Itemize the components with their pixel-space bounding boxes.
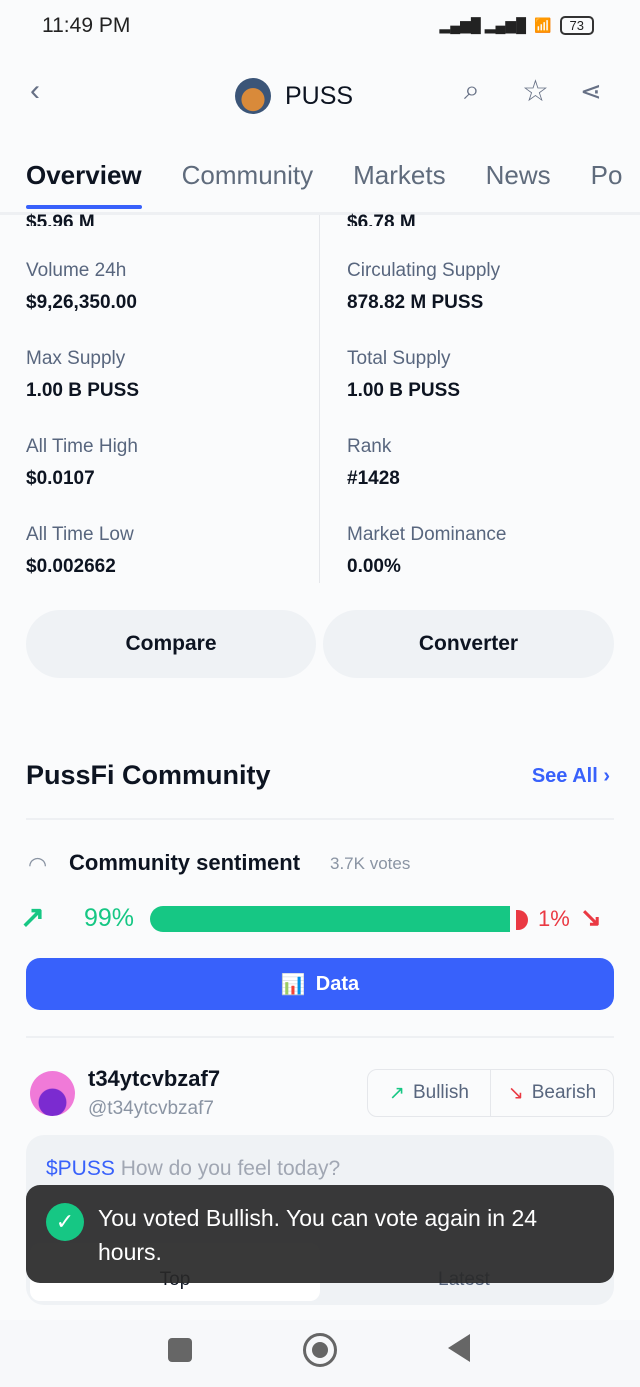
home-button[interactable] xyxy=(303,1333,337,1367)
tab-divider xyxy=(0,212,640,215)
vote-toggle: ↗ Bullish ↘ Bearish xyxy=(367,1069,614,1117)
stat-ath: All Time High $0.0107 xyxy=(26,436,138,489)
coin-logo xyxy=(235,78,271,114)
recents-button[interactable] xyxy=(168,1338,192,1362)
battery-icon: 73 xyxy=(559,16,594,35)
search-icon[interactable]: ⌕ xyxy=(464,74,480,107)
trend-down-icon: ↘ xyxy=(580,902,602,932)
see-all-link[interactable]: See All › xyxy=(532,765,610,788)
chart-icon: 📊 xyxy=(280,973,306,996)
coin-symbol: PUSS xyxy=(285,81,354,110)
bearish-percent: 1% xyxy=(538,906,570,931)
status-icons: ▂▄▆█ ▂▄▆█ 📶 73 xyxy=(439,16,594,35)
column-divider xyxy=(319,215,320,583)
page-title: PUSS xyxy=(235,78,353,114)
stat-value-cut: $5.96 M xyxy=(26,212,95,226)
trend-up-icon: ↗ xyxy=(20,901,46,934)
user-handle: @t34ytcvbzaf7 xyxy=(88,1098,214,1119)
bullish-button[interactable]: ↗ Bullish xyxy=(368,1070,491,1116)
converter-button[interactable]: Converter xyxy=(323,610,614,678)
tab-markets[interactable]: Markets xyxy=(353,160,445,191)
composer-placeholder: How do you feel today? xyxy=(120,1157,341,1180)
avatar[interactable] xyxy=(30,1071,75,1116)
signal-icon: ▂▄▆█ ▂▄▆█ xyxy=(439,17,527,33)
trend-up-icon: ↗ xyxy=(389,1082,405,1104)
stat-total-supply: Total Supply 1.00 B PUSS xyxy=(347,348,460,401)
username: t34ytcvbzaf7 xyxy=(88,1066,221,1091)
compare-button[interactable]: Compare xyxy=(26,610,316,678)
stat-rank: Rank #1428 xyxy=(347,436,400,489)
tab-overview[interactable]: Overview xyxy=(26,160,142,209)
vote-count: 3.7K votes xyxy=(330,854,411,873)
gauge-icon: ◠ xyxy=(28,852,48,877)
data-button[interactable]: 📊 Data xyxy=(26,958,614,1010)
stat-atl: All Time Low $0.002662 xyxy=(26,524,134,577)
star-icon[interactable]: ☆ xyxy=(522,74,549,109)
toast-notification: ✓ You voted Bullish. You can vote again i… xyxy=(26,1185,614,1283)
bearish-button[interactable]: ↘ Bearish xyxy=(491,1070,613,1116)
back-icon[interactable]: ‹ xyxy=(30,74,40,108)
back-button[interactable] xyxy=(448,1334,470,1362)
status-time: 11:49 PM xyxy=(42,14,131,37)
tab-news[interactable]: News xyxy=(486,160,551,191)
stat-dominance: Market Dominance 0.00% xyxy=(347,524,507,577)
stat-volume: Volume 24h $9,26,350.00 xyxy=(26,260,137,313)
section-title: PussFi Community xyxy=(26,760,271,790)
bullish-bar xyxy=(150,906,511,932)
divider xyxy=(26,818,614,820)
check-icon: ✓ xyxy=(46,1203,84,1241)
tab-bar: Overview Community Markets News Po xyxy=(26,160,623,209)
wifi-icon: 📶 xyxy=(534,17,552,33)
share-icon[interactable]: ⋖ xyxy=(580,76,602,107)
bearish-bar xyxy=(516,910,528,930)
sentiment-title: Community sentiment xyxy=(69,850,301,875)
toast-message: You voted Bullish. You can vote again in… xyxy=(98,1205,538,1265)
tab-community[interactable]: Community xyxy=(182,160,313,191)
system-nav-bar xyxy=(0,1320,640,1387)
coin-tag: $PUSS xyxy=(46,1157,115,1180)
stat-circulating: Circulating Supply 878.82 M PUSS xyxy=(347,260,501,313)
stat-max-supply: Max Supply 1.00 B PUSS xyxy=(26,348,139,401)
trend-down-icon: ↘ xyxy=(507,1082,524,1104)
divider xyxy=(26,1036,614,1038)
stat-value-cut: $6.78 M xyxy=(347,212,416,226)
tab-more[interactable]: Po xyxy=(591,160,623,191)
bullish-percent: 99% xyxy=(84,904,135,932)
